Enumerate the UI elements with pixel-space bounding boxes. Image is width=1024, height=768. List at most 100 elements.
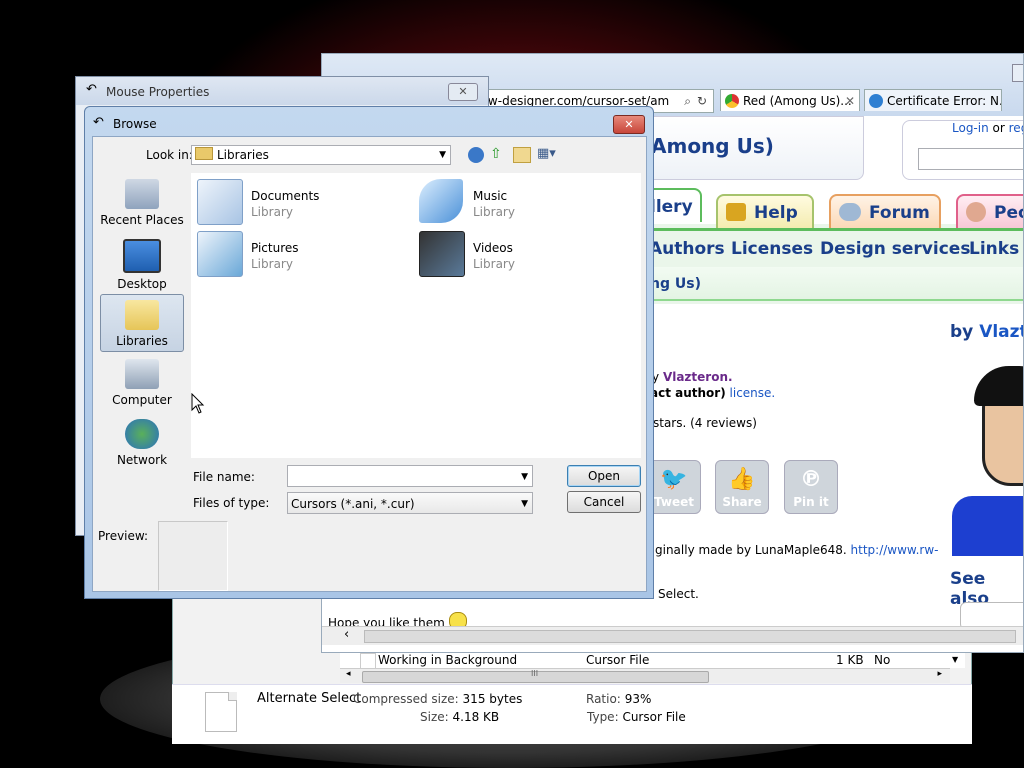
tab-red-among-us[interactable]: Red (Among Us)... ✕	[720, 89, 860, 111]
scroll-right-icon[interactable]: ▸	[937, 669, 942, 679]
videos-icon	[419, 231, 465, 277]
file-name-input[interactable]: ▼	[287, 465, 533, 487]
view-menu-icon[interactable]: ▦▾	[537, 146, 556, 161]
close-tab-icon[interactable]: ✕	[845, 90, 855, 111]
license-line: act author) license.	[650, 386, 776, 400]
table-row[interactable]: Working in Background Cursor File 1 KB N…	[340, 652, 965, 669]
page-horizontal-scrollbar[interactable]: ‹	[322, 626, 1023, 645]
nav-link-design-services[interactable]: Design services	[820, 239, 970, 259]
dialog-title: Browse	[113, 117, 157, 131]
people-icon	[966, 202, 986, 222]
login-link[interactable]: Log-in	[952, 121, 989, 135]
browse-dialog: ↶ Browse ✕ Look in: Libraries ▼ ⇧ ▦▾ Rece…	[84, 106, 654, 599]
login-links: Log-in or regi	[952, 121, 1023, 135]
thumbs-up-icon: 👍	[728, 467, 756, 492]
license-link[interactable]: license.	[730, 386, 776, 400]
details-ratio: Ratio: 93%	[586, 692, 652, 706]
author-line: y Vlazteron.	[652, 370, 733, 384]
chevron-down-icon: ▼	[521, 499, 528, 509]
list-item[interactable]: Pictures Library	[197, 231, 397, 279]
list-item[interactable]: Videos Library	[419, 231, 619, 279]
mouse-properties-titlebar[interactable]: ↶ Mouse Properties ✕	[76, 77, 488, 105]
scroll-left-icon[interactable]: ‹	[344, 627, 349, 642]
page-title: Among Us)	[651, 134, 774, 158]
details-compressed: Compressed size: 315 bytes	[353, 692, 523, 706]
libraries-icon	[125, 300, 159, 330]
help-icon	[726, 203, 746, 221]
place-recent-places[interactable]: Recent Places	[100, 179, 184, 227]
tab-people[interactable]: Peo	[956, 194, 1023, 228]
author-name-link[interactable]: Vlazteron.	[663, 370, 733, 384]
file-icon	[205, 692, 237, 732]
details-type: Type: Cursor File	[587, 710, 686, 724]
place-network[interactable]: Network	[100, 419, 184, 467]
origin-line: ginally made by LunaMaple648. http://www…	[655, 543, 939, 557]
file-name-label: File name:	[193, 470, 255, 484]
scrollbar-grip: III	[531, 669, 539, 678]
pin-it-button[interactable]: ℗ Pin it	[784, 460, 838, 514]
select-text: Select.	[658, 587, 699, 601]
chevron-down-icon: ▼	[521, 472, 528, 482]
open-button[interactable]: Open	[567, 465, 641, 487]
cancel-button[interactable]: Cancel	[567, 491, 641, 513]
file-row-icon	[360, 653, 376, 669]
preview-label: Preview:	[98, 529, 149, 543]
close-button[interactable]: ✕	[613, 115, 645, 134]
file-list[interactable]: Documents Library Music Library Pictures…	[191, 173, 641, 458]
avatar	[952, 366, 1023, 556]
list-item[interactable]: Music Library	[419, 179, 619, 227]
network-icon	[125, 419, 159, 449]
details-size: Size: 4.18 KB	[420, 710, 500, 724]
search-input[interactable]	[918, 148, 1023, 170]
row-flag: No	[874, 653, 891, 667]
tab-certificate-error[interactable]: Certificate Error: N...	[864, 89, 1002, 111]
close-button[interactable]: ✕	[448, 83, 478, 101]
back-icon[interactable]	[468, 147, 484, 163]
scrollbar-thumb[interactable]	[364, 630, 1016, 643]
up-folder-icon[interactable]: ⇧	[490, 146, 502, 162]
tab-label: Red (Among Us)...	[743, 94, 852, 108]
scrollbar-thumb[interactable]: III	[362, 669, 709, 683]
scroll-left-icon[interactable]: ◂	[346, 669, 351, 679]
tab-label: Certificate Error: N...	[887, 94, 1002, 108]
place-desktop[interactable]: Desktop	[100, 239, 184, 291]
rating-text: stars. (4 reviews)	[653, 416, 757, 430]
breadcrumb: ng Us)	[650, 276, 701, 292]
minimize-button[interactable]	[1012, 64, 1023, 82]
place-computer[interactable]: Computer	[100, 359, 184, 407]
nav-link-licenses[interactable]: Licenses	[731, 239, 813, 259]
explorer-horizontal-scrollbar[interactable]: ◂ III ▸	[340, 668, 950, 683]
browse-dialog-body: Look in: Libraries ▼ ⇧ ▦▾ Recent Places D…	[92, 136, 647, 592]
nav-link-links[interactable]: Links	[969, 239, 1019, 259]
new-folder-icon[interactable]	[513, 147, 531, 163]
look-in-label: Look in:	[146, 148, 193, 162]
scroll-down-icon[interactable]: ▼	[952, 652, 958, 668]
chrome-favicon-icon	[725, 94, 739, 108]
list-item[interactable]: Documents Library	[197, 179, 397, 227]
look-in-dropdown[interactable]: Libraries ▼	[191, 145, 451, 165]
chevron-down-icon: ▼	[439, 150, 446, 160]
author-link[interactable]: Vlazte	[979, 322, 1023, 342]
pinterest-icon: ℗	[800, 467, 822, 492]
recent-places-icon	[125, 179, 159, 209]
tab-help[interactable]: Help	[716, 194, 814, 228]
tweet-button[interactable]: 🐦 Tweet	[647, 460, 701, 514]
computer-icon	[125, 359, 159, 389]
folder-icon	[195, 147, 213, 160]
tab-forum[interactable]: Forum	[829, 194, 941, 228]
share-button[interactable]: 👍 Share	[715, 460, 769, 514]
desktop-icon	[123, 239, 161, 273]
pictures-icon	[197, 231, 243, 277]
refresh-icon[interactable]: ↻	[697, 90, 707, 112]
row-type: Cursor File	[586, 653, 650, 667]
search-icon[interactable]: ⌕	[684, 90, 691, 112]
place-libraries[interactable]: Libraries	[100, 294, 184, 352]
twitter-icon: 🐦	[660, 467, 688, 492]
files-of-type-select[interactable]: Cursors (*.ani, *.cur) ▼	[287, 492, 533, 514]
origin-link[interactable]: http://www.rw-	[851, 543, 939, 557]
nav-link-authors[interactable]: Authors	[649, 239, 725, 259]
row-name: Working in Background	[378, 653, 518, 667]
row-size: 1 KB	[836, 653, 864, 667]
author-heading: by Vlazte	[950, 322, 1023, 342]
register-link[interactable]: regi	[1009, 121, 1023, 135]
